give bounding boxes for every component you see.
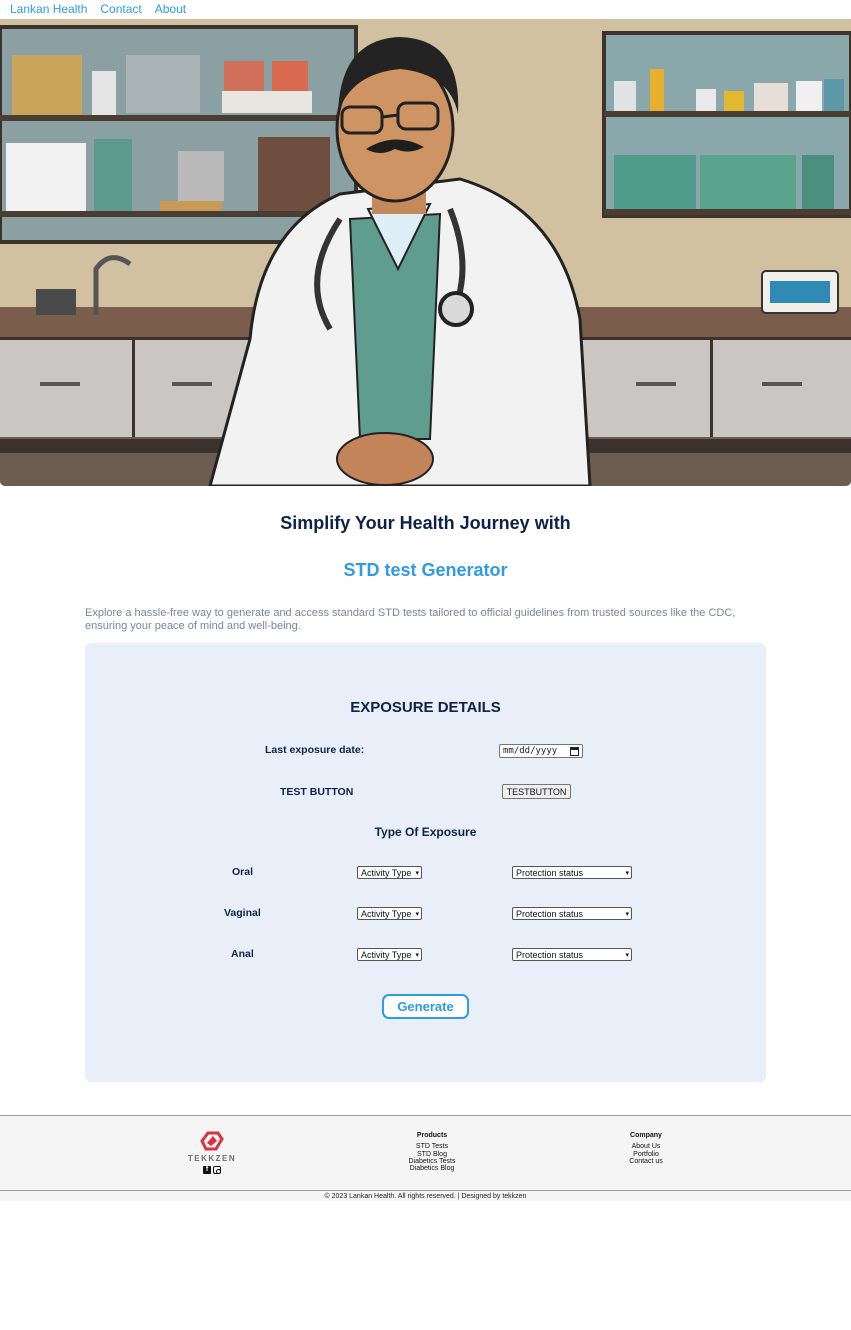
protection-status-select-oral[interactable]: Protection status ▾ <box>512 866 632 879</box>
select-value: Activity Type <box>361 867 412 878</box>
facebook-icon[interactable]: f <box>203 1166 211 1174</box>
logo-wordmark: TEKKZEN <box>187 1154 237 1163</box>
footer: TEKKZEN f Products STD Tests STD Blog Di… <box>0 1115 851 1191</box>
instagram-icon[interactable] <box>213 1166 221 1174</box>
tekkzen-logo-icon <box>200 1131 224 1151</box>
footer-link-std-blog[interactable]: STD Blog <box>402 1151 462 1158</box>
select-value: Activity Type <box>361 908 412 919</box>
copyright-text: © 2023 Lankan Health. All rights reserve… <box>0 1191 851 1201</box>
exposure-row-label-vaginal: Vaginal <box>224 907 261 919</box>
nav-contact-link[interactable]: Contact <box>100 0 141 19</box>
chevron-down-icon: ▾ <box>415 869 419 877</box>
form-title: EXPOSURE DETAILS <box>350 699 501 716</box>
activity-type-select-anal[interactable]: Activity Type ▾ <box>357 948 422 961</box>
exposure-row-label-oral: Oral <box>232 866 254 878</box>
nav-about-link[interactable]: About <box>155 0 186 19</box>
activity-type-select-oral[interactable]: Activity Type ▾ <box>357 866 422 879</box>
chevron-down-icon: ▾ <box>625 910 629 918</box>
exposure-row-label-anal: Anal <box>231 948 254 960</box>
exposure-date-label: Last exposure date: <box>265 744 365 756</box>
select-value: Protection status <box>516 867 584 878</box>
footer-products-column: Products STD Tests STD Blog Diabetics Te… <box>402 1132 462 1172</box>
exposure-type-title: Type Of Exposure <box>374 825 477 839</box>
test-button-label: TEST BUTTON <box>280 786 354 798</box>
footer-products-heading: Products <box>416 1132 448 1139</box>
protection-status-select-vaginal[interactable]: Protection status ▾ <box>512 907 632 920</box>
footer-company-column: Company About Us Portfolio Contact us <box>617 1132 675 1165</box>
footer-link-diabetics-blog[interactable]: Diabetics Blog <box>402 1165 462 1172</box>
protection-status-select-anal[interactable]: Protection status ▾ <box>512 948 632 961</box>
footer-company-heading: Company <box>630 1132 662 1139</box>
nav-brand-link[interactable]: Lankan Health <box>10 0 87 19</box>
select-value: Protection status <box>516 949 584 960</box>
test-button[interactable]: TESTBUTTON <box>502 784 571 799</box>
select-value: Protection status <box>516 908 584 919</box>
select-value: Activity Type <box>361 949 412 960</box>
chevron-down-icon: ▾ <box>415 910 419 918</box>
top-nav: Lankan Health Contact About <box>0 0 851 19</box>
tekkzen-logo[interactable]: TEKKZEN f <box>187 1131 237 1174</box>
footer-link-about-us[interactable]: About Us <box>617 1143 675 1150</box>
chevron-down-icon: ▾ <box>625 869 629 877</box>
footer-link-std-tests[interactable]: STD Tests <box>402 1143 462 1150</box>
chevron-down-icon: ▾ <box>415 951 419 959</box>
exposure-date-input[interactable]: mm/dd/yyyy <box>499 744 583 758</box>
generate-button[interactable]: Generate <box>382 994 469 1019</box>
chevron-down-icon: ▾ <box>625 951 629 959</box>
intro-paragraph: Explore a hassle-free way to generate an… <box>85 607 736 632</box>
activity-type-select-vaginal[interactable]: Activity Type ▾ <box>357 907 422 920</box>
social-links: f <box>203 1166 221 1174</box>
headline-title: Simplify Your Health Journey with <box>280 513 571 533</box>
footer-link-contact-us[interactable]: Contact us <box>617 1158 675 1165</box>
footer-link-portfolio[interactable]: Portfolio <box>617 1151 675 1158</box>
exposure-form-card: EXPOSURE DETAILS Last exposure date: mm/… <box>85 643 766 1082</box>
footer-link-diabetics-tests[interactable]: Diabetics Tests <box>402 1158 462 1165</box>
calendar-icon[interactable] <box>570 746 579 756</box>
date-placeholder: mm/dd/yyyy <box>503 746 558 756</box>
headline-subtitle: STD test Generator <box>343 560 508 580</box>
hero-image <box>0 19 851 486</box>
